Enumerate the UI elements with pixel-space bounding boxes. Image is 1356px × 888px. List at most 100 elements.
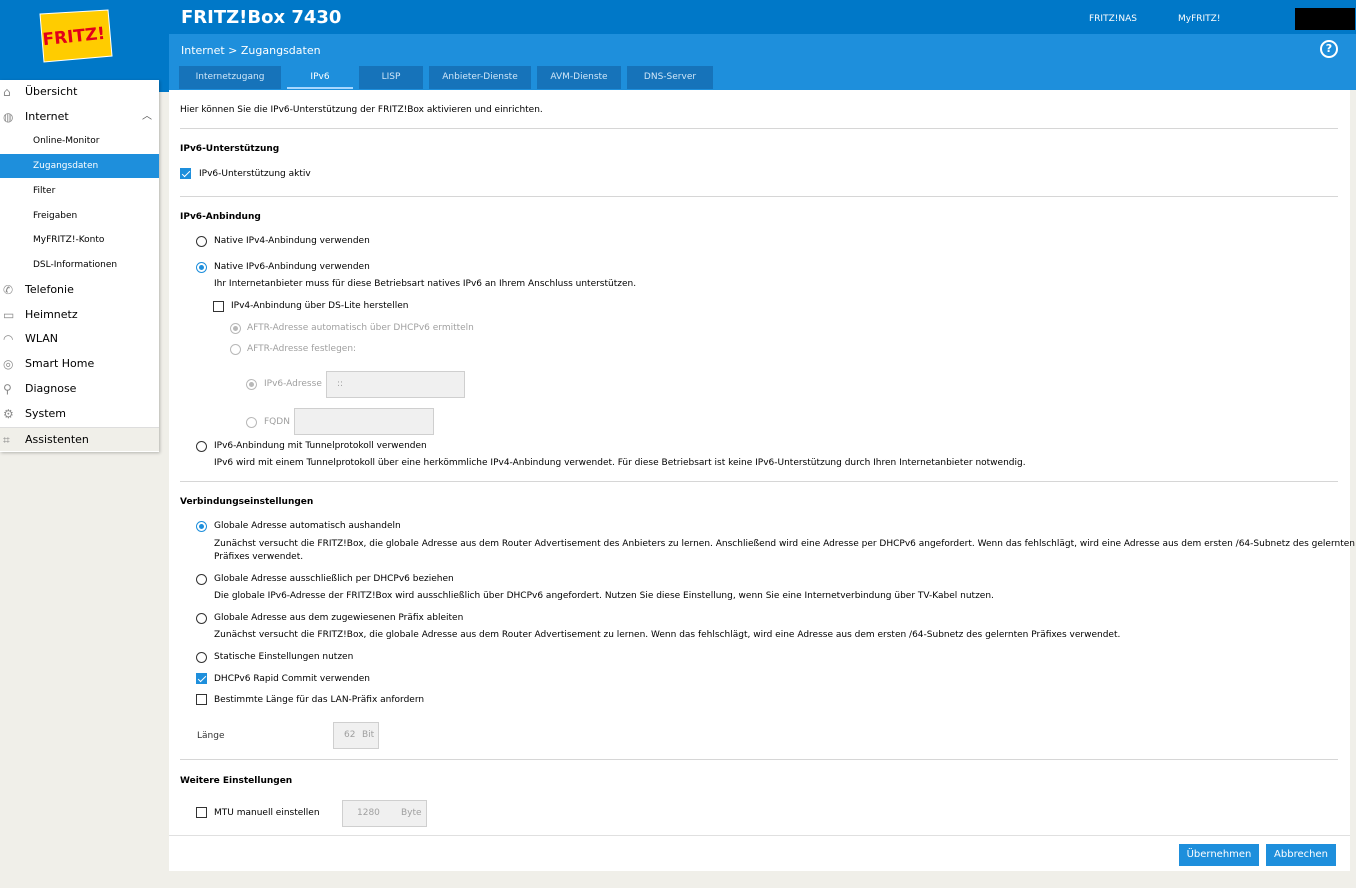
separator	[180, 759, 1338, 760]
static-settings-label: Statische Einstellungen nutzen	[214, 652, 354, 662]
global-prefix-radio[interactable]	[196, 613, 207, 624]
sidebar-item-label: Internet	[25, 110, 69, 123]
sidebar-item-heimnetz[interactable]: ▭ Heimnetz	[0, 303, 159, 327]
fritz-nas-link[interactable]: FRITZ!NAS	[1089, 14, 1137, 24]
intro-text: Hier können Sie die IPv6-Unterstützung d…	[180, 105, 543, 115]
aftr-auto-label: AFTR-Adresse automatisch über DHCPv6 erm…	[247, 323, 474, 333]
sidebar-item-label: System	[25, 407, 67, 420]
sidebar-subitem-label: Zugangsdaten	[33, 161, 99, 171]
ipv6-address-input[interactable]: ::	[326, 371, 465, 398]
user-account-button[interactable]	[1295, 8, 1355, 30]
tab-lisp[interactable]: LISP	[359, 66, 423, 89]
top-header: FRITZ!Box 7430 FRITZ!NAS MyFRITZ!	[0, 0, 1356, 34]
global-prefix-description: Zunächst versucht die FRITZ!Box, die glo…	[214, 630, 1121, 640]
main-content: Hier können Sie die IPv6-Unterstützung d…	[169, 90, 1355, 835]
sidebar-item-system[interactable]: ⚙ System	[0, 402, 159, 426]
phone-icon: ✆	[3, 283, 14, 297]
native-ipv4-label: Native IPv4-Anbindung verwenden	[214, 236, 370, 246]
wifi-icon: ◠	[3, 332, 14, 346]
length-label: Länge	[197, 731, 225, 741]
tab-dns-server[interactable]: DNS-Server	[627, 66, 713, 89]
native-ipv4-radio[interactable]	[196, 236, 207, 247]
sub-navigation-bar: Internet > Zugangsdaten ? Internetzugang…	[169, 34, 1356, 90]
native-ipv6-description: Ihr Internetanbieter muss für diese Betr…	[214, 279, 637, 289]
mtu-label: MTU manuell einstellen	[214, 808, 320, 818]
lan-prefix-checkbox[interactable]	[196, 694, 207, 705]
network-icon: ▭	[3, 308, 15, 322]
sidebar-item-label: Heimnetz	[25, 308, 78, 321]
breadcrumb[interactable]: Internet > Zugangsdaten	[181, 44, 321, 57]
apply-button[interactable]: Übernehmen	[1179, 844, 1259, 866]
sidebar-subitem-filter[interactable]: Filter	[0, 179, 159, 203]
sidebar-subitem-online-monitor[interactable]: Online-Monitor	[0, 129, 159, 153]
home-icon: ⌂	[3, 85, 11, 99]
sidebar: ⌂ Übersicht ◍ Internet ︿ Online-Monitor …	[0, 80, 159, 452]
ipv6-address-label: IPv6-Adresse	[264, 379, 322, 389]
smart-home-icon: ◎	[3, 357, 14, 371]
myfritz-link[interactable]: MyFRITZ!	[1178, 14, 1220, 24]
sidebar-subitem-myfritz-konto[interactable]: MyFRITZ!-Konto	[0, 228, 159, 252]
globe-icon: ◍	[3, 110, 14, 124]
diagnose-icon: ⚲	[3, 382, 12, 396]
tunnel-description: IPv6 wird mit einem Tunnelprotokoll über…	[214, 458, 1026, 468]
global-dhcp-description: Die globale IPv6-Adresse der FRITZ!Box w…	[214, 591, 994, 601]
fqdn-radio[interactable]	[246, 417, 257, 428]
global-auto-radio[interactable]	[196, 521, 207, 532]
sidebar-subitem-freigaben[interactable]: Freigaben	[0, 204, 159, 228]
sidebar-subitem-zugangsdaten[interactable]: Zugangsdaten	[0, 154, 159, 178]
mtu-input[interactable]: 1280 Byte	[342, 800, 427, 827]
fritz-logo[interactable]: FRITZ!	[32, 6, 116, 66]
separator	[180, 128, 1338, 129]
global-prefix-label: Globale Adresse aus dem zugewiesenen Prä…	[214, 613, 464, 623]
sidebar-item-label: Diagnose	[25, 382, 77, 395]
sidebar-item-label: Übersicht	[25, 85, 78, 98]
sidebar-subitem-dsl-informationen[interactable]: DSL-Informationen	[0, 253, 159, 277]
global-dhcp-radio[interactable]	[196, 574, 207, 585]
separator	[180, 481, 1338, 482]
sidebar-subitem-label: MyFRITZ!-Konto	[33, 235, 105, 245]
sidebar-item-smart-home[interactable]: ◎ Smart Home	[0, 352, 159, 376]
global-dhcp-label: Globale Adresse ausschließlich per DHCPv…	[214, 574, 454, 584]
dslite-label: IPv4-Anbindung über DS-Lite herstellen	[231, 301, 409, 311]
ipv6-support-checkbox[interactable]	[180, 168, 191, 179]
mtu-unit: Byte	[401, 808, 422, 818]
global-auto-description-cont: Präfixes verwendet.	[214, 552, 304, 562]
sidebar-item-assistenten[interactable]: ⌗ Assistenten	[0, 427, 159, 451]
length-input[interactable]: 62 Bit	[333, 722, 379, 749]
assistant-icon: ⌗	[3, 433, 10, 447]
aftr-fixed-radio[interactable]	[230, 344, 241, 355]
sidebar-item-telefonie[interactable]: ✆ Telefonie	[0, 278, 159, 302]
sidebar-item-wlan[interactable]: ◠ WLAN	[0, 327, 159, 351]
mtu-checkbox[interactable]	[196, 807, 207, 818]
system-icon: ⚙	[3, 407, 14, 421]
chevron-up-icon[interactable]: ︿	[142, 105, 152, 129]
tab-ipv6[interactable]: IPv6	[287, 66, 353, 89]
tab-internetzugang[interactable]: Internetzugang	[179, 66, 281, 89]
section-title-connection-settings: Verbindungseinstellungen	[180, 497, 314, 507]
section-title-more-settings: Weitere Einstellungen	[180, 776, 293, 786]
rapid-commit-checkbox[interactable]	[196, 673, 207, 684]
tab-anbieter-dienste[interactable]: Anbieter-Dienste	[429, 66, 531, 89]
sidebar-item-diagnose[interactable]: ⚲ Diagnose	[0, 377, 159, 401]
ipv6-address-radio[interactable]	[246, 379, 257, 390]
cancel-button[interactable]: Abbrechen	[1266, 844, 1336, 866]
sidebar-subitem-label: Freigaben	[33, 211, 78, 221]
separator	[180, 196, 1338, 197]
sidebar-item-label: Telefonie	[25, 283, 74, 296]
global-auto-description: Zunächst versucht die FRITZ!Box, die glo…	[214, 539, 1355, 549]
help-icon[interactable]: ?	[1320, 40, 1338, 58]
native-ipv6-radio[interactable]	[196, 262, 207, 273]
sidebar-subitem-label: Online-Monitor	[33, 136, 100, 146]
section-title-ipv6-binding: IPv6-Anbindung	[180, 212, 261, 222]
aftr-auto-radio[interactable]	[230, 323, 241, 334]
dslite-checkbox[interactable]	[213, 301, 224, 312]
global-auto-label: Globale Adresse automatisch aushandeln	[214, 521, 401, 531]
static-settings-radio[interactable]	[196, 652, 207, 663]
sidebar-item-internet[interactable]: ◍ Internet ︿	[0, 105, 159, 129]
fqdn-input[interactable]	[294, 408, 434, 435]
sidebar-item-uebersicht[interactable]: ⌂ Übersicht	[0, 80, 159, 104]
tab-avm-dienste[interactable]: AVM-Dienste	[537, 66, 621, 89]
length-unit: Bit	[362, 730, 375, 740]
tunnel-radio[interactable]	[196, 441, 207, 452]
aftr-fixed-label: AFTR-Adresse festlegen:	[247, 344, 357, 354]
